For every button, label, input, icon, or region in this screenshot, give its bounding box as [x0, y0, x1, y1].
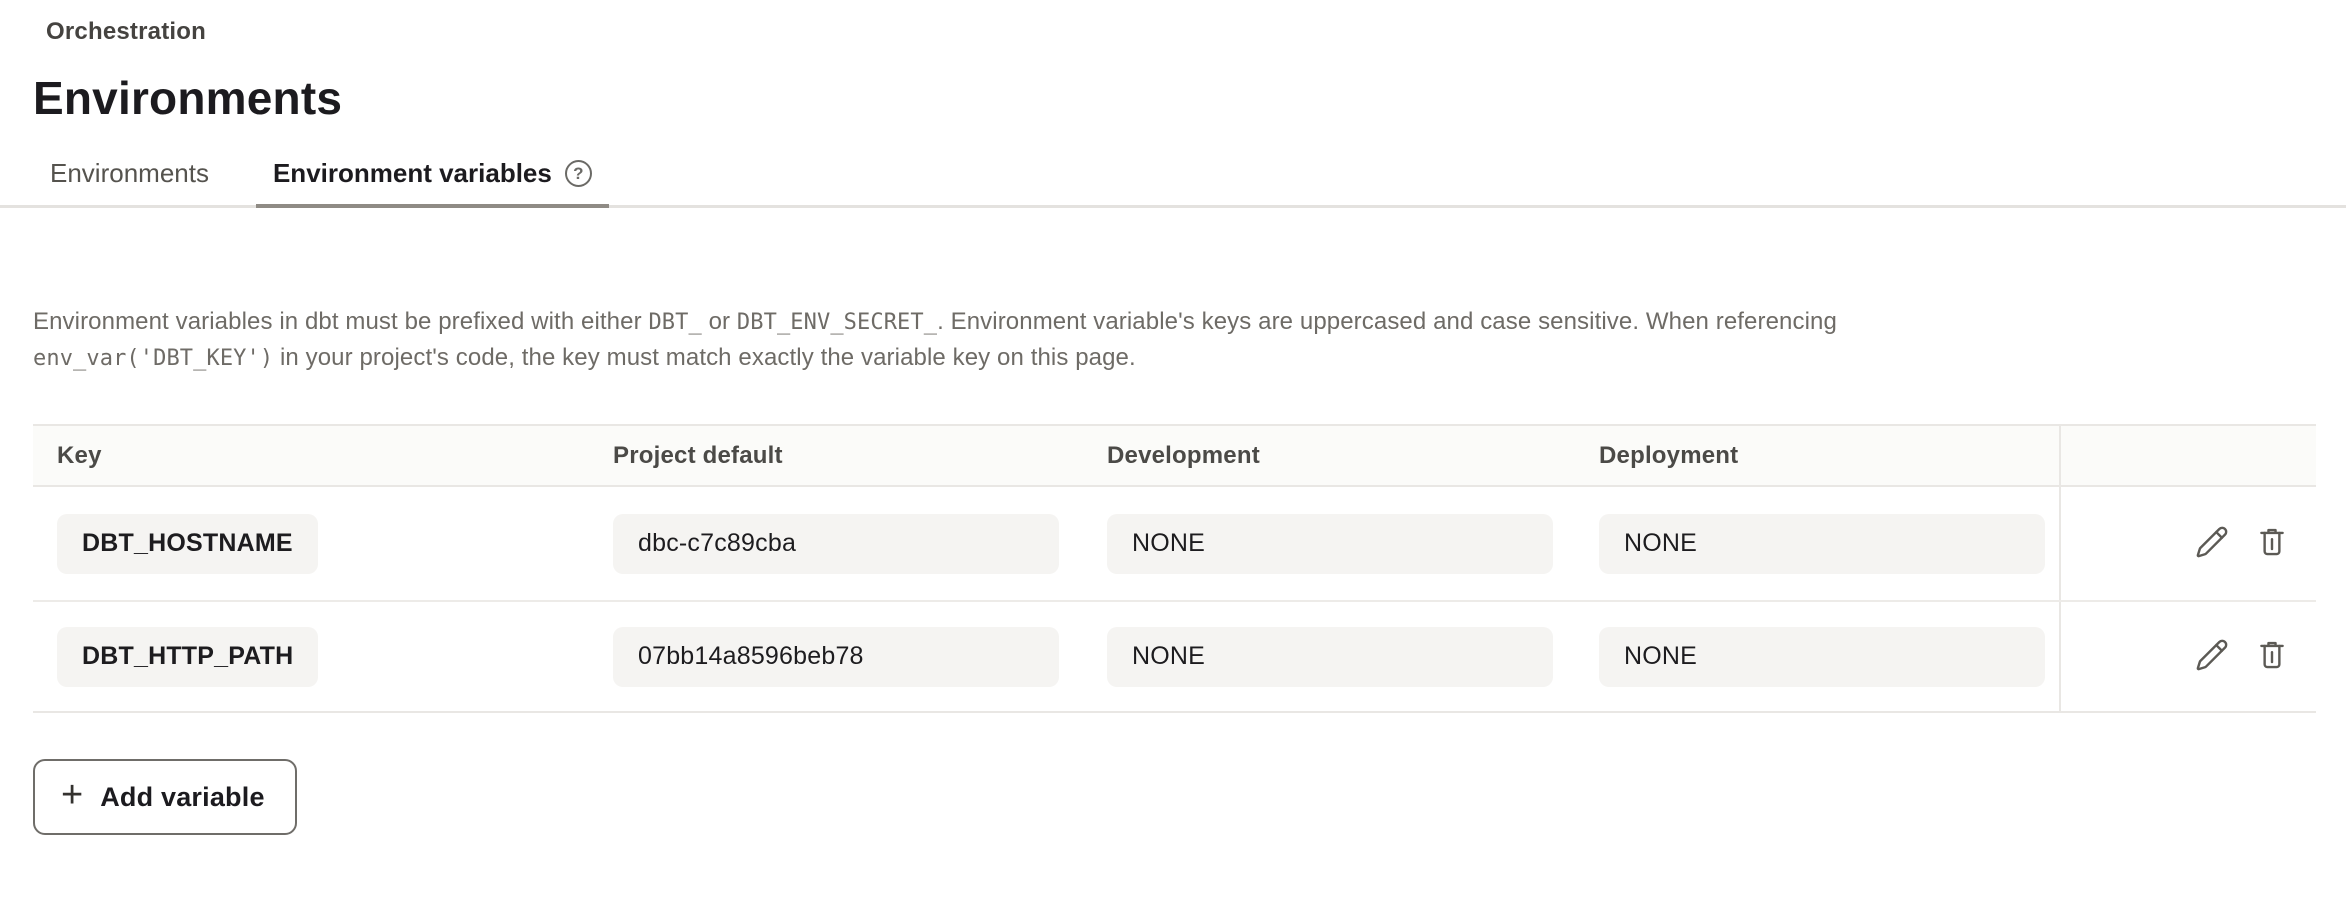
description-line-1: Environment variables in dbt must be pre… — [33, 304, 2346, 340]
edit-variable-button[interactable] — [2194, 526, 2230, 562]
column-header-development: Development — [1107, 442, 1599, 470]
tab-environments-label: Environments — [50, 158, 209, 189]
development-value: NONE — [1107, 514, 1553, 574]
description-line-2: env_var('DBT_KEY') in your project's cod… — [33, 340, 2346, 376]
plus-icon: + — [61, 776, 83, 814]
delete-variable-button[interactable] — [2254, 639, 2290, 675]
deployment-value: NONE — [1599, 627, 2045, 687]
column-header-key: Key — [33, 442, 613, 470]
table-header-row: Key Project default Development Deployme… — [33, 426, 2316, 487]
page-title: Environments — [33, 72, 2346, 124]
description-text: Environment variables in dbt must be pre… — [33, 304, 2346, 376]
help-icon[interactable]: ? — [565, 160, 592, 187]
trash-icon — [2255, 638, 2289, 675]
development-value: NONE — [1107, 627, 1553, 687]
code-env-var: env_var('DBT_KEY') — [33, 346, 273, 371]
delete-variable-button[interactable] — [2254, 526, 2290, 562]
column-header-project-default: Project default — [613, 442, 1107, 470]
tab-environment-variables[interactable]: Environment variables ? — [256, 148, 609, 205]
add-variable-button[interactable]: + Add variable — [33, 759, 297, 835]
table-row: DBT_HOSTNAME dbc-c7c89cba NONE NONE — [33, 487, 2316, 600]
column-header-actions — [2059, 426, 2316, 485]
environment-variables-table: Key Project default Development Deployme… — [33, 424, 2316, 713]
row-actions — [2059, 487, 2316, 600]
row-actions — [2059, 602, 2316, 711]
add-variable-label: Add variable — [100, 782, 264, 813]
trash-icon — [2255, 525, 2289, 562]
project-default-value: 07bb14a8596beb78 — [613, 627, 1059, 687]
pencil-icon — [2195, 638, 2229, 675]
code-dbt-env-secret-prefix: DBT_ENV_SECRET_ — [737, 310, 937, 335]
edit-variable-button[interactable] — [2194, 639, 2230, 675]
tab-environment-variables-label: Environment variables — [273, 158, 552, 189]
tab-bar: Environments Environment variables ? — [0, 148, 2346, 208]
project-default-value: dbc-c7c89cba — [613, 514, 1059, 574]
breadcrumb[interactable]: Orchestration — [46, 18, 206, 46]
variable-key-pill: DBT_HTTP_PATH — [57, 627, 318, 687]
deployment-value: NONE — [1599, 514, 2045, 574]
table-row: DBT_HTTP_PATH 07bb14a8596beb78 NONE NONE — [33, 600, 2316, 713]
environment-variables-page: Orchestration Environments Environments … — [0, 0, 2346, 924]
code-dbt-prefix: DBT_ — [648, 310, 701, 335]
tab-environments[interactable]: Environments — [33, 148, 226, 205]
variable-key-pill: DBT_HOSTNAME — [57, 514, 318, 574]
column-header-deployment: Deployment — [1599, 442, 2059, 470]
pencil-icon — [2195, 525, 2229, 562]
